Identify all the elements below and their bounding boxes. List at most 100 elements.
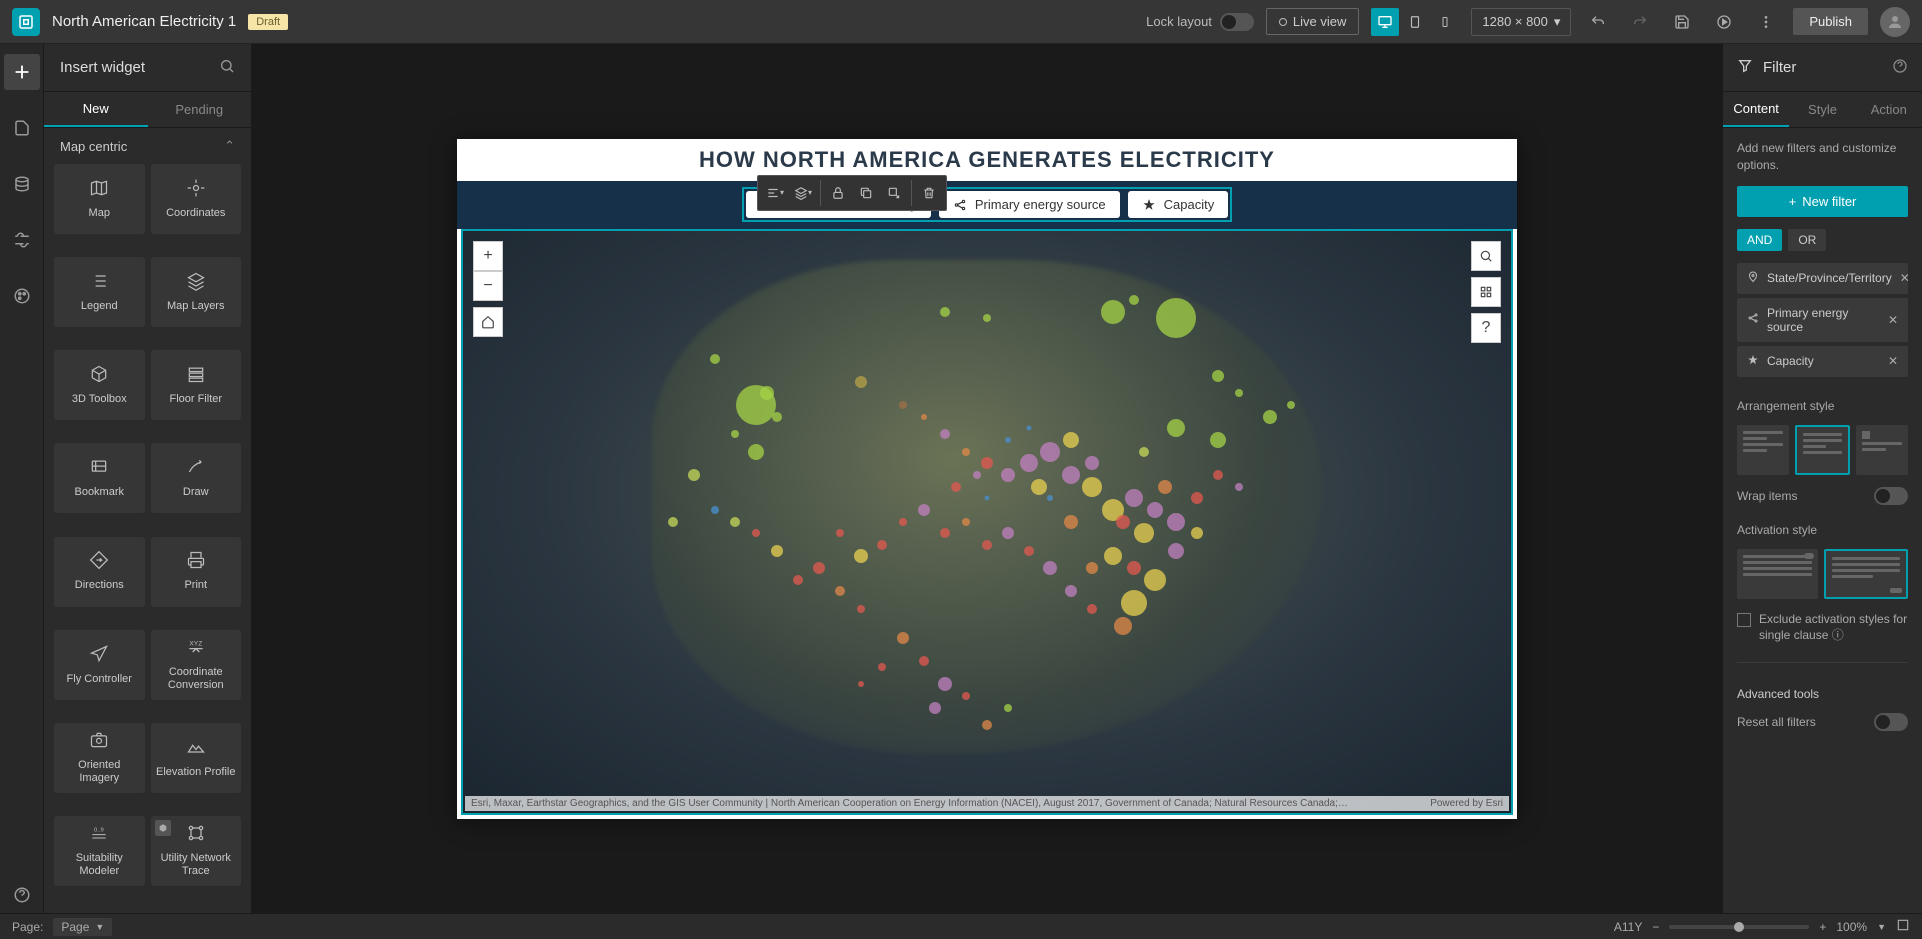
activation-option-2[interactable]	[1824, 549, 1909, 599]
zoom-in-button[interactable]: +	[473, 241, 503, 271]
wt-lock-button[interactable]	[825, 180, 851, 206]
map-search-button[interactable]	[1471, 241, 1501, 271]
chevron-down-icon[interactable]: ▼	[1877, 922, 1886, 932]
widget-coordinate-conversion[interactable]: XYZCoordinate Conversion	[151, 630, 242, 700]
undo-button[interactable]	[1583, 7, 1613, 37]
rail-insert-button[interactable]	[4, 54, 40, 90]
redo-button[interactable]	[1625, 7, 1655, 37]
widget-legend[interactable]: Legend	[54, 257, 145, 327]
wt-export-button[interactable]	[881, 180, 907, 206]
device-tablet-button[interactable]	[1401, 8, 1429, 36]
canvas[interactable]: HOW NORTH AMERICA GENERATES ELECTRICITY …	[457, 139, 1517, 819]
exclude-checkbox[interactable]	[1737, 613, 1751, 627]
wt-align-button[interactable]: ▾	[762, 180, 788, 206]
widget-label: Map Layers	[163, 300, 228, 313]
section-map-centric[interactable]: Map centric ⌃	[44, 128, 251, 164]
resolution-select[interactable]: 1280 × 800 ▾	[1471, 8, 1571, 36]
wt-delete-button[interactable]	[916, 180, 942, 206]
map-view[interactable]: + − ? Esri, Maxar, Earthstar Geographics…	[461, 229, 1513, 815]
rail-theme-button[interactable]	[4, 278, 40, 314]
map-title-bar: HOW NORTH AMERICA GENERATES ELECTRICITY	[457, 139, 1517, 181]
rp-help-icon[interactable]	[1892, 58, 1908, 77]
widget-directions[interactable]: Directions	[54, 537, 145, 607]
widget-coordinates[interactable]: Coordinates	[151, 164, 242, 234]
live-view-button[interactable]: Live view	[1266, 8, 1359, 35]
device-mobile-button[interactable]	[1431, 8, 1459, 36]
close-icon[interactable]: ✕	[1900, 271, 1910, 285]
widget-map[interactable]: Map	[54, 164, 145, 234]
publish-button[interactable]: Publish	[1793, 8, 1868, 35]
save-button[interactable]	[1667, 7, 1697, 37]
app-logo	[12, 8, 40, 36]
filter-chip-capacity[interactable]: Capacity	[1128, 191, 1229, 218]
zoom-slider[interactable]	[1669, 925, 1809, 929]
logic-or-button[interactable]: OR	[1788, 229, 1826, 251]
home-button[interactable]	[473, 307, 503, 337]
user-avatar[interactable]	[1880, 7, 1910, 37]
rail-page-button[interactable]	[4, 110, 40, 146]
filter-item-capacity[interactable]: Capacity✕	[1737, 346, 1908, 377]
fullscreen-icon[interactable]	[1896, 918, 1910, 935]
rp-tab-action[interactable]: Action	[1856, 92, 1922, 127]
page-select[interactable]: Page▼	[53, 918, 112, 936]
rp-tab-content[interactable]: Content	[1723, 92, 1789, 127]
map-help-button[interactable]: ?	[1471, 313, 1501, 343]
reset-toggle[interactable]	[1874, 713, 1908, 731]
tab-pending[interactable]: Pending	[148, 92, 252, 127]
page-value: Page	[61, 920, 89, 934]
widget-floor-filter[interactable]: Floor Filter	[151, 350, 242, 420]
widget-label: Elevation Profile	[152, 766, 240, 779]
arrangement-option-1[interactable]	[1737, 425, 1789, 475]
device-desktop-button[interactable]	[1371, 8, 1399, 36]
wrap-label: Wrap items	[1737, 489, 1797, 503]
app-title: North American Electricity 1	[52, 13, 236, 30]
widget-label: Bookmark	[70, 486, 128, 499]
info-icon[interactable]: ⓘ	[1832, 628, 1844, 642]
widget-draw[interactable]: Draw	[151, 443, 242, 513]
target-icon	[186, 178, 206, 201]
search-icon[interactable]	[219, 58, 235, 77]
widget-3d-toolbox[interactable]: 3D Toolbox	[54, 350, 145, 420]
bookmark-icon	[89, 457, 109, 480]
widget-suitability-modeler[interactable]: 0..9Suitability Modeler	[54, 816, 145, 886]
widget-fly-controller[interactable]: Fly Controller	[54, 630, 145, 700]
widget-elevation-profile[interactable]: Elevation Profile	[151, 723, 242, 793]
statusbar: Page: Page▼ A11Y − + 100% ▼	[0, 913, 1922, 939]
advanced-label: Advanced tools	[1737, 687, 1908, 701]
widget-oriented-imagery[interactable]: Oriented Imagery	[54, 723, 145, 793]
zoom-out-icon[interactable]: −	[1652, 920, 1659, 934]
wt-duplicate-button[interactable]	[853, 180, 879, 206]
widget-utility-network-trace[interactable]: Utility Network Trace	[151, 816, 242, 886]
zoom-out-button[interactable]: −	[473, 271, 503, 301]
preview-button[interactable]	[1709, 7, 1739, 37]
tab-new[interactable]: New	[44, 92, 148, 127]
insert-widget-title: Insert widget	[60, 59, 145, 76]
rail-settings-button[interactable]	[4, 222, 40, 258]
widget-map-layers[interactable]: Map Layers	[151, 257, 242, 327]
activation-label: Activation style	[1737, 523, 1908, 537]
rail-help-button[interactable]	[4, 877, 40, 913]
rail-data-button[interactable]	[4, 166, 40, 202]
filter-chip-source[interactable]: Primary energy source	[939, 191, 1120, 218]
arrangement-option-3[interactable]	[1856, 425, 1908, 475]
topbar: North American Electricity 1 Draft Lock …	[0, 0, 1922, 44]
widget-print[interactable]: Print	[151, 537, 242, 607]
filter-item-state-province-territory[interactable]: State/Province/Territory✕	[1737, 263, 1908, 294]
zoom-in-icon[interactable]: +	[1819, 920, 1826, 934]
arrangement-option-2[interactable]	[1795, 425, 1851, 475]
close-icon[interactable]: ✕	[1888, 313, 1898, 327]
more-button[interactable]	[1751, 7, 1781, 37]
lock-layout-toggle[interactable]	[1220, 13, 1254, 31]
close-icon[interactable]: ✕	[1888, 354, 1898, 368]
wrap-toggle[interactable]	[1874, 487, 1908, 505]
filter-item-primary-energy-source[interactable]: Primary energy source✕	[1737, 298, 1908, 342]
activation-option-1[interactable]	[1737, 549, 1818, 599]
widget-bookmark[interactable]: Bookmark	[54, 443, 145, 513]
widget-label: Suitability Modeler	[54, 852, 145, 878]
wt-layers-button[interactable]: ▾	[790, 180, 816, 206]
new-filter-button[interactable]: + New filter	[1737, 186, 1908, 217]
logic-and-button[interactable]: AND	[1737, 229, 1782, 251]
a11y-label[interactable]: A11Y	[1614, 920, 1642, 934]
map-basemap-button[interactable]	[1471, 277, 1501, 307]
rp-tab-style[interactable]: Style	[1789, 92, 1855, 127]
